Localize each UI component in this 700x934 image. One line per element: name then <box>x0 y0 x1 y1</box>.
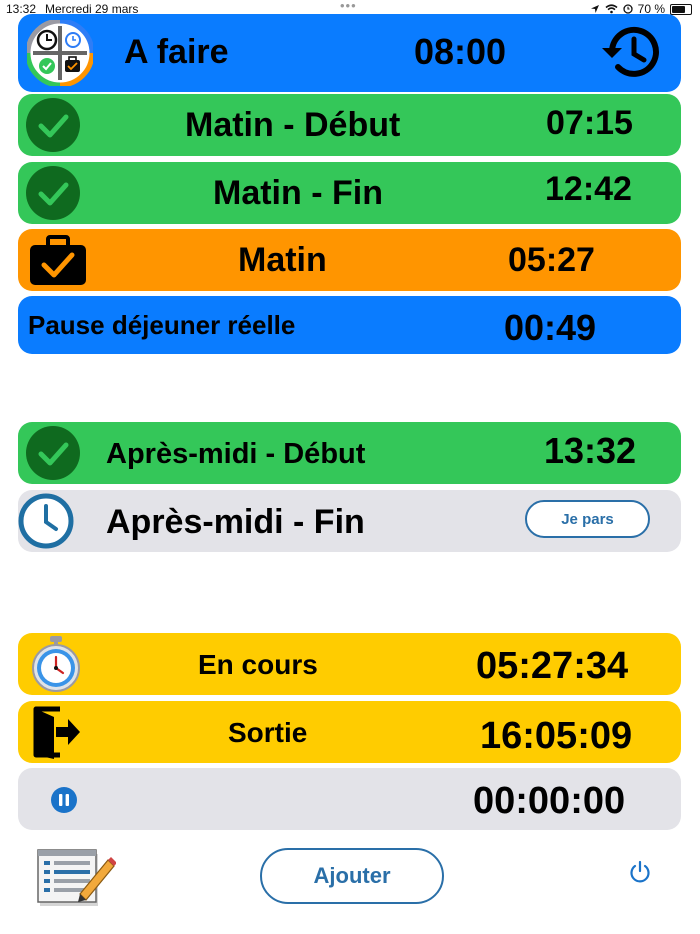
lunch-break-label: Pause déjeuner réelle <box>28 310 296 340</box>
stopwatch-icon <box>32 636 80 692</box>
running-time: 05:27:34 <box>476 645 629 687</box>
morning-start-time: 07:15 <box>546 104 633 142</box>
exit-row: Sortie 16:05:09 <box>18 701 681 763</box>
morning-total-time: 05:27 <box>508 241 595 279</box>
history-icon[interactable] <box>598 20 666 86</box>
morning-end-time: 12:42 <box>545 170 632 208</box>
alarm-icon <box>622 4 633 14</box>
check-icon <box>26 426 80 480</box>
briefcase-check-icon <box>30 235 86 285</box>
exit-label: Sortie <box>228 717 308 748</box>
morning-total-row: Matin 05:27 <box>18 229 681 291</box>
morning-end-row[interactable]: Matin - Fin 12:42 <box>18 162 681 224</box>
morning-total-label: Matin <box>238 241 327 279</box>
wifi-icon <box>605 4 618 14</box>
running-label: En cours <box>198 649 318 680</box>
exit-icon <box>33 706 80 759</box>
exit-time: 16:05:09 <box>480 715 633 757</box>
add-button[interactable]: Ajouter <box>260 848 444 904</box>
power-icon[interactable] <box>628 860 652 884</box>
pause-time: 00:00:00 <box>473 780 626 822</box>
check-icon <box>26 166 80 220</box>
lunch-break-row: Pause déjeuner réelle 00:49 <box>18 296 681 354</box>
clock-plus-checklist-icon[interactable] <box>27 20 93 86</box>
notepad-pencil-icon[interactable] <box>36 846 116 910</box>
check-icon <box>26 98 80 152</box>
morning-start-label: Matin - Début <box>185 106 401 144</box>
afternoon-start-row[interactable]: Après-midi - Début 13:32 <box>18 422 681 484</box>
afternoon-end-row: Après-midi - Fin Je pars <box>18 490 681 552</box>
multitasking-dots[interactable]: ••• <box>340 0 357 13</box>
pause-icon[interactable] <box>50 786 78 814</box>
afternoon-start-time: 13:32 <box>544 430 637 471</box>
battery-icon <box>670 3 692 15</box>
morning-end-label: Matin - Fin <box>213 174 383 212</box>
afternoon-end-label: Après-midi - Fin <box>106 503 365 541</box>
lunch-break-time: 00:49 <box>504 307 597 348</box>
morning-start-row[interactable]: Matin - Début 07:15 <box>18 94 681 156</box>
leave-button[interactable]: Je pars <box>525 500 650 538</box>
header-row: A faire 08:00 <box>18 14 681 92</box>
afternoon-start-label: Après-midi - Début <box>106 438 366 470</box>
clock-icon <box>18 493 74 549</box>
location-icon <box>590 5 599 13</box>
running-row: En cours 05:27:34 <box>18 633 681 695</box>
header-time: 08:00 <box>414 31 507 72</box>
pause-row: 00:00:00 <box>18 768 681 830</box>
header-title: A faire <box>124 33 229 71</box>
